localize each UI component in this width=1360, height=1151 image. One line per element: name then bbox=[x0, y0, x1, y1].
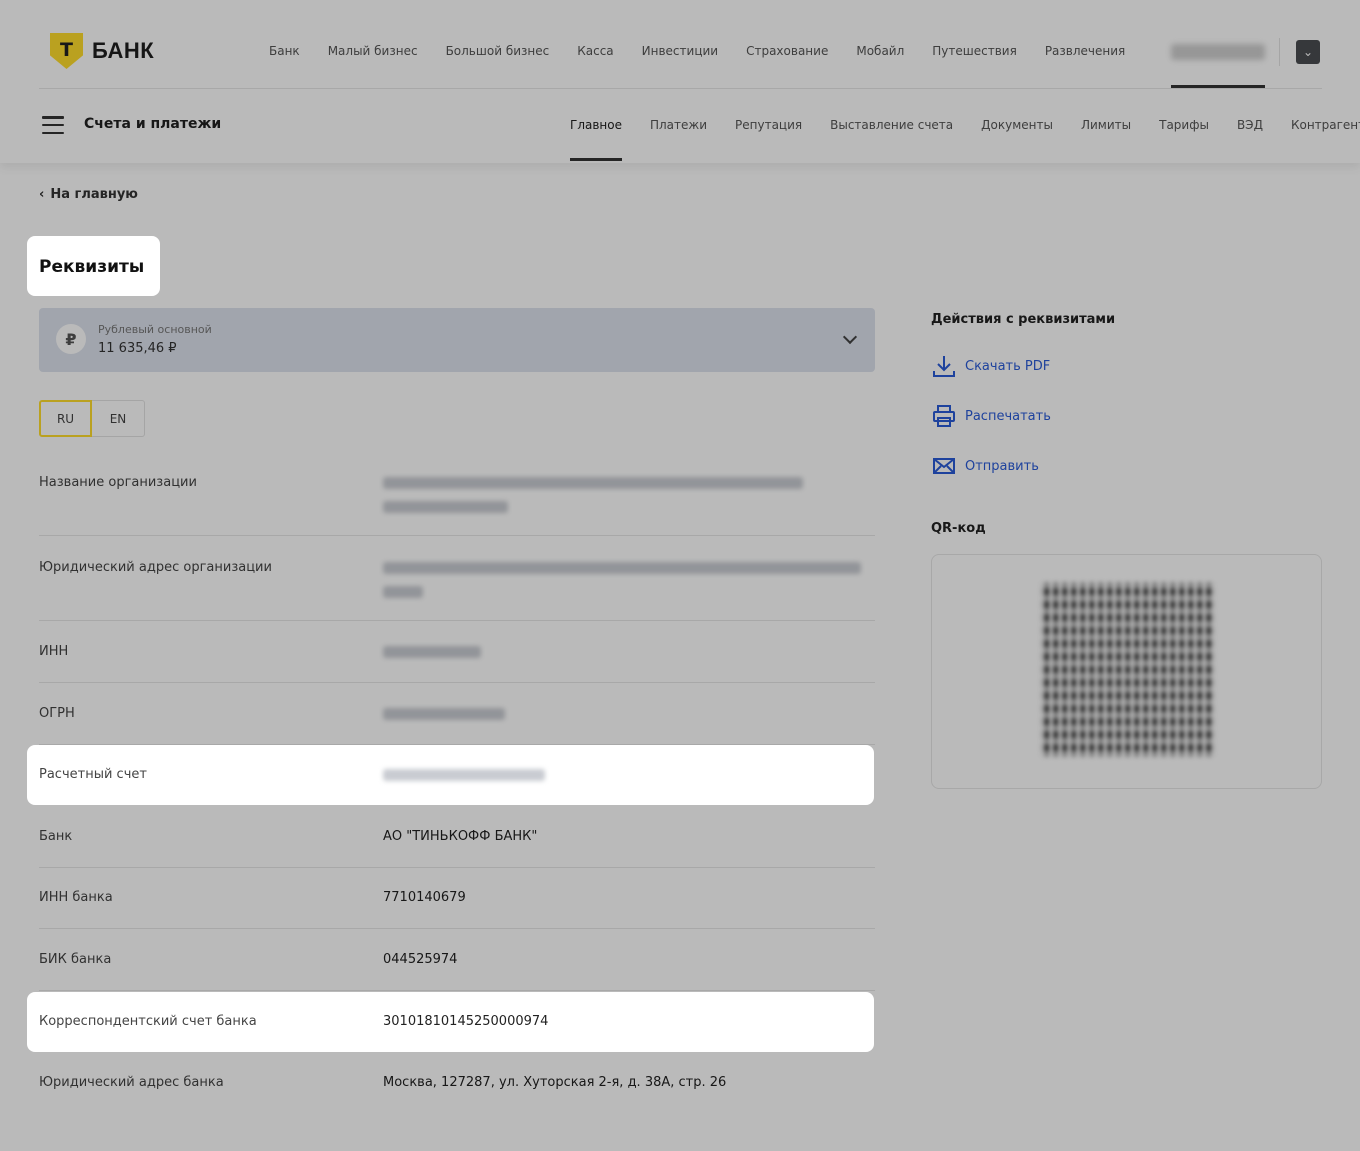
detail-label: ИНН bbox=[39, 644, 69, 659]
top-nav-item-kassa[interactable]: Касса bbox=[577, 44, 613, 58]
download-icon bbox=[933, 356, 955, 377]
top-nav-item-big-business[interactable]: Большой бизнес bbox=[446, 44, 550, 58]
app-header: Т БАНК Банк Малый бизнес Большой бизнес … bbox=[0, 0, 1360, 163]
detail-value: 7710140679 bbox=[383, 890, 466, 905]
header-divider bbox=[1279, 38, 1280, 66]
page-title: Реквизиты bbox=[27, 236, 160, 296]
action-label: Скачать PDF bbox=[965, 358, 1051, 374]
detail-row-bank-address: Юридический адрес банка Москва, 127287, … bbox=[39, 1071, 875, 1101]
redacted-value bbox=[383, 501, 508, 513]
ruble-icon: ₽ bbox=[56, 324, 86, 354]
chevron-down-icon bbox=[842, 329, 858, 345]
redacted-value bbox=[383, 477, 803, 489]
detail-label: Юридический адрес банка bbox=[39, 1075, 224, 1090]
detail-label: Банк bbox=[39, 829, 73, 844]
redacted-value bbox=[383, 708, 505, 720]
detail-value: 30101810145250000974 bbox=[383, 1014, 549, 1029]
detail-value: 044525974 bbox=[383, 952, 458, 967]
logo-shield-icon: Т bbox=[50, 33, 83, 69]
detail-row-ogrn: ОГРН bbox=[39, 701, 875, 745]
action-label: Отправить bbox=[965, 458, 1039, 474]
top-nav-item-insurance[interactable]: Страхование bbox=[746, 44, 828, 58]
detail-row-bank-inn: ИНН банка 7710140679 bbox=[39, 886, 875, 929]
section-title: Счета и платежи bbox=[84, 116, 222, 132]
download-pdf-button[interactable]: Скачать PDF bbox=[931, 353, 1050, 379]
detail-row-org-name: Название организации bbox=[39, 470, 875, 536]
chevron-down-icon: ⌄ bbox=[1302, 45, 1314, 59]
redacted-value bbox=[383, 562, 861, 574]
tab-main[interactable]: Главное bbox=[570, 118, 622, 161]
tab-counterparties[interactable]: Контрагенты bbox=[1291, 118, 1360, 132]
menu-icon[interactable] bbox=[42, 116, 64, 134]
send-button[interactable]: Отправить bbox=[931, 453, 1039, 479]
tab-invoicing[interactable]: Выставление счета bbox=[830, 118, 953, 132]
user-name-redacted[interactable] bbox=[1171, 44, 1265, 60]
detail-label: Юридический адрес организации bbox=[39, 560, 272, 575]
tab-ved[interactable]: ВЭД bbox=[1237, 118, 1263, 132]
lang-ru-button[interactable]: RU bbox=[39, 400, 92, 437]
detail-row-org-address: Юридический адрес организации bbox=[39, 555, 875, 621]
back-link-label: На главную bbox=[50, 187, 138, 202]
detail-label: БИК банка bbox=[39, 952, 112, 967]
qr-title: QR-код bbox=[931, 521, 986, 536]
top-nav-item-travel[interactable]: Путешествия bbox=[932, 44, 1017, 58]
redacted-value bbox=[383, 769, 545, 781]
top-nav-item-bank[interactable]: Банк bbox=[269, 44, 300, 58]
detail-row-bik: БИК банка 044525974 bbox=[39, 948, 875, 991]
bank-logo[interactable]: Т БАНК bbox=[50, 33, 154, 69]
tab-tariffs[interactable]: Тарифы bbox=[1159, 118, 1209, 132]
top-nav-item-investments[interactable]: Инвестиции bbox=[642, 44, 718, 58]
sub-nav: Главное Платежи Репутация Выставление сч… bbox=[570, 118, 1360, 161]
print-button[interactable]: Распечатать bbox=[931, 403, 1051, 429]
detail-value: АО "ТИНЬКОФФ БАНК" bbox=[383, 829, 538, 844]
tab-reputation[interactable]: Репутация bbox=[735, 118, 802, 132]
detail-label: Корреспондентский счет банка bbox=[39, 1014, 257, 1029]
detail-row-settlement-account: Расчетный счет bbox=[27, 745, 874, 805]
detail-row-correspondent-account: Корреспондентский счет банка 30101810145… bbox=[27, 992, 874, 1052]
mail-icon bbox=[933, 458, 955, 474]
top-nav-item-entertainment[interactable]: Развлечения bbox=[1045, 44, 1125, 58]
language-switch: RU EN bbox=[39, 400, 145, 437]
chevron-left-icon: ‹ bbox=[39, 187, 45, 202]
detail-row-bank: Банк АО "ТИНЬКОФФ БАНК" bbox=[39, 825, 875, 868]
top-nav-item-mobile[interactable]: Мобайл bbox=[856, 44, 904, 58]
detail-label: ИНН банка bbox=[39, 890, 113, 905]
account-balance: 11 635,46 ₽ bbox=[98, 341, 177, 356]
account-dropdown[interactable]: ₽ Рублевый основной 11 635,46 ₽ bbox=[39, 308, 875, 372]
lang-en-button[interactable]: EN bbox=[92, 400, 145, 437]
top-nav: Банк Малый бизнес Большой бизнес Касса И… bbox=[269, 44, 1125, 58]
actions-title: Действия с реквизитами bbox=[931, 312, 1116, 327]
tab-payments[interactable]: Платежи bbox=[650, 118, 707, 132]
account-name: Рублевый основной bbox=[98, 323, 212, 336]
redacted-value bbox=[383, 646, 481, 658]
detail-label: Название организации bbox=[39, 475, 197, 490]
detail-value: Москва, 127287, ул. Хуторская 2-я, д. 38… bbox=[383, 1075, 727, 1090]
inbox-button[interactable]: ⌄ bbox=[1296, 40, 1320, 64]
detail-label: Расчетный счет bbox=[39, 767, 147, 782]
redacted-value bbox=[383, 586, 423, 598]
header-separator bbox=[39, 88, 1322, 89]
printer-icon bbox=[933, 405, 955, 427]
back-link[interactable]: ‹ На главную bbox=[39, 187, 138, 202]
tab-limits[interactable]: Лимиты bbox=[1081, 118, 1131, 132]
qr-code bbox=[1040, 582, 1215, 757]
detail-row-inn: ИНН bbox=[39, 640, 875, 683]
tab-documents[interactable]: Документы bbox=[981, 118, 1053, 132]
qr-panel bbox=[931, 554, 1322, 789]
action-label: Распечатать bbox=[965, 408, 1051, 424]
detail-label: ОГРН bbox=[39, 706, 75, 721]
top-nav-item-small-business[interactable]: Малый бизнес bbox=[328, 44, 418, 58]
logo-text: БАНК bbox=[92, 38, 155, 63]
